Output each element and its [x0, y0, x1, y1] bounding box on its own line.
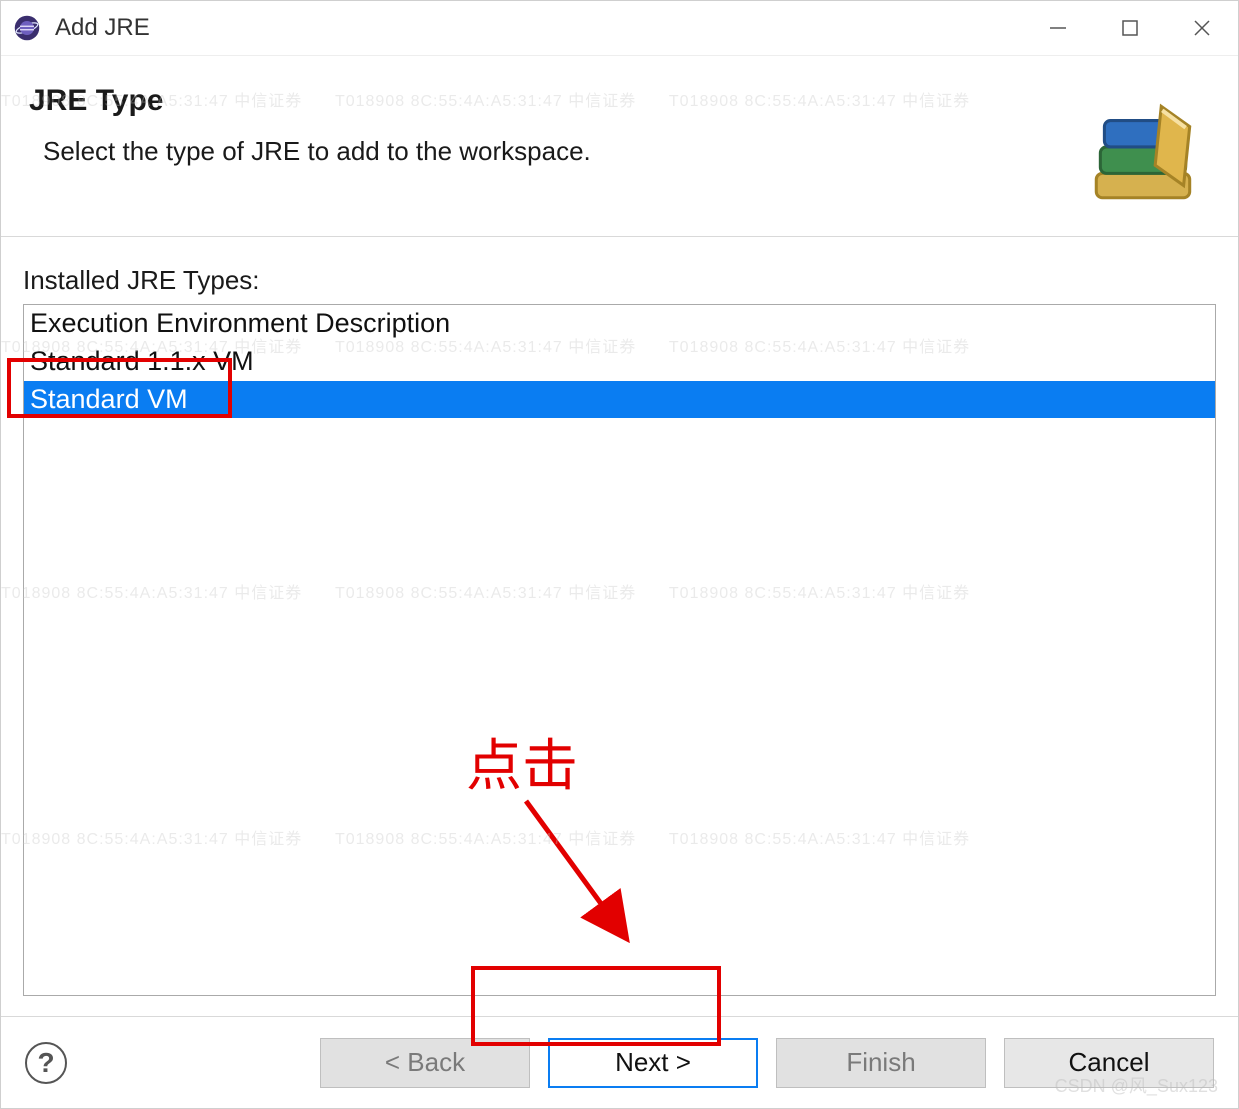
- wizard-heading: JRE Type: [29, 84, 1078, 118]
- titlebar: Add JRE: [1, 1, 1238, 56]
- finish-button[interactable]: Finish: [776, 1038, 986, 1088]
- wizard-content: Installed JRE Types: Execution Environme…: [1, 237, 1238, 1016]
- window-title: Add JRE: [55, 14, 150, 42]
- help-button[interactable]: ?: [25, 1042, 67, 1084]
- next-button[interactable]: Next >: [548, 1038, 758, 1088]
- eclipse-icon: [13, 14, 41, 42]
- books-icon: [1078, 84, 1210, 216]
- dialog-window: Add JRE JRE Type Select the type of JRE …: [0, 0, 1239, 1109]
- button-bar: ? < Back Next > Finish Cancel: [1, 1016, 1238, 1108]
- jre-types-list[interactable]: Execution Environment DescriptionStandar…: [23, 304, 1216, 996]
- list-item[interactable]: Execution Environment Description: [24, 305, 1215, 343]
- maximize-button[interactable]: [1094, 1, 1166, 55]
- list-item[interactable]: Standard 1.1.x VM: [24, 343, 1215, 381]
- list-label: Installed JRE Types:: [23, 265, 1216, 296]
- close-button[interactable]: [1166, 1, 1238, 55]
- window-controls: [1022, 1, 1238, 55]
- cancel-button[interactable]: Cancel: [1004, 1038, 1214, 1088]
- minimize-button[interactable]: [1022, 1, 1094, 55]
- list-item[interactable]: Standard VM: [24, 381, 1215, 419]
- wizard-description: Select the type of JRE to add to the wor…: [29, 136, 1078, 167]
- back-button[interactable]: < Back: [320, 1038, 530, 1088]
- wizard-header: JRE Type Select the type of JRE to add t…: [1, 56, 1238, 237]
